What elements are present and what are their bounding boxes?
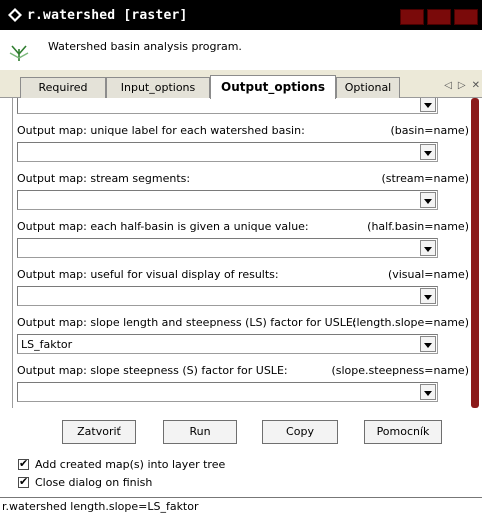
field-half-basin: Output map: each half-basin is given a u… bbox=[17, 220, 468, 258]
field-label: Output map: unique label for each waters… bbox=[17, 124, 305, 137]
maximize-button[interactable] bbox=[427, 9, 451, 25]
field-key: (visual=name) bbox=[387, 268, 468, 281]
module-header: Watershed basin analysis program. bbox=[0, 30, 482, 70]
dropdown-arrow-icon[interactable] bbox=[420, 288, 436, 304]
add-to-layer-tree-option[interactable]: Add created map(s) into layer tree bbox=[18, 457, 226, 471]
field-key: (half.basin=name) bbox=[367, 220, 468, 233]
scrolled-field bbox=[17, 98, 468, 114]
help-button[interactable]: Pomocník bbox=[364, 420, 442, 444]
button-row: Zatvoriť Run Copy Pomocník bbox=[0, 420, 482, 446]
tab-optional[interactable]: Optional bbox=[336, 77, 400, 98]
slope-steepness-combo[interactable] bbox=[17, 382, 438, 402]
field-label: Output map: slope steepness (S) factor f… bbox=[17, 364, 288, 377]
dropdown-arrow-icon[interactable] bbox=[420, 336, 436, 352]
half-basin-combo[interactable] bbox=[17, 238, 438, 258]
basin-combo[interactable] bbox=[17, 142, 438, 162]
field-slope-steepness: Output map: slope steepness (S) factor f… bbox=[17, 364, 468, 402]
combo-value: LS_faktor bbox=[21, 338, 73, 351]
title-bar: r.watershed [raster] bbox=[0, 0, 482, 30]
close-window-button[interactable] bbox=[454, 9, 478, 25]
tab-input-options[interactable]: Input_options bbox=[106, 77, 210, 98]
dropdown-arrow-icon[interactable] bbox=[420, 384, 436, 400]
close-button[interactable]: Zatvoriť bbox=[62, 420, 136, 444]
add-to-layer-tree-label: Add created map(s) into layer tree bbox=[35, 458, 226, 471]
scrollbar-thumb[interactable] bbox=[471, 98, 479, 408]
field-label: Output map: stream segments: bbox=[17, 172, 191, 185]
tab-required[interactable]: Required bbox=[20, 77, 106, 98]
close-on-finish-label: Close dialog on finish bbox=[35, 476, 153, 489]
length-slope-combo[interactable]: LS_faktor bbox=[17, 334, 438, 354]
output-combo-scrolled[interactable] bbox=[17, 98, 438, 114]
vertical-scrollbar[interactable] bbox=[468, 98, 482, 408]
tab-output-options[interactable]: Output_options bbox=[210, 75, 336, 99]
field-label: Output map: each half-basin is given a u… bbox=[17, 220, 309, 233]
grass-logo-icon bbox=[9, 45, 29, 61]
module-description: Watershed basin analysis program. bbox=[48, 40, 242, 53]
dropdown-arrow-icon[interactable] bbox=[420, 240, 436, 256]
add-to-layer-tree-checkbox[interactable] bbox=[18, 457, 29, 470]
close-on-finish-option[interactable]: Close dialog on finish bbox=[18, 475, 153, 489]
field-basin: Output map: unique label for each waters… bbox=[17, 124, 468, 162]
dropdown-arrow-icon[interactable] bbox=[420, 144, 436, 160]
field-key: (stream=name) bbox=[381, 172, 468, 185]
field-key: (length.slope=name) bbox=[352, 316, 468, 329]
field-label: Output map: slope length and steepness (… bbox=[17, 316, 357, 329]
dropdown-arrow-icon[interactable] bbox=[420, 98, 436, 112]
tab-next-icon[interactable]: ▷ bbox=[458, 80, 466, 91]
field-label: Output map: useful for visual display of… bbox=[17, 268, 279, 281]
field-visual: Output map: useful for visual display of… bbox=[17, 268, 468, 306]
status-bar: r.watershed length.slope=LS_faktor bbox=[0, 497, 482, 516]
field-length-slope: Output map: slope length and steepness (… bbox=[17, 316, 468, 354]
run-button[interactable]: Run bbox=[163, 420, 237, 444]
field-stream: Output map: stream segments: (stream=name… bbox=[17, 172, 468, 210]
output-options-panel: Output map: unique label for each waters… bbox=[12, 98, 468, 408]
tab-bar: Required Input_options Output_options Op… bbox=[0, 70, 482, 99]
tab-close-icon[interactable]: ✕ bbox=[472, 80, 480, 91]
minimize-button[interactable] bbox=[400, 9, 424, 25]
window-title: r.watershed [raster] bbox=[27, 7, 188, 23]
dropdown-arrow-icon[interactable] bbox=[420, 192, 436, 208]
window-controls bbox=[400, 9, 478, 25]
stream-combo[interactable] bbox=[17, 190, 438, 210]
tab-prev-icon[interactable]: ◁ bbox=[444, 80, 452, 91]
close-on-finish-checkbox[interactable] bbox=[18, 475, 29, 488]
copy-button[interactable]: Copy bbox=[262, 420, 338, 444]
grass-app-icon bbox=[8, 8, 22, 22]
field-key: (basin=name) bbox=[390, 124, 468, 137]
visual-combo[interactable] bbox=[17, 286, 438, 306]
field-key: (slope.steepness=name) bbox=[331, 364, 468, 377]
tab-navigation: ◁ ▷ ✕ bbox=[444, 80, 480, 91]
